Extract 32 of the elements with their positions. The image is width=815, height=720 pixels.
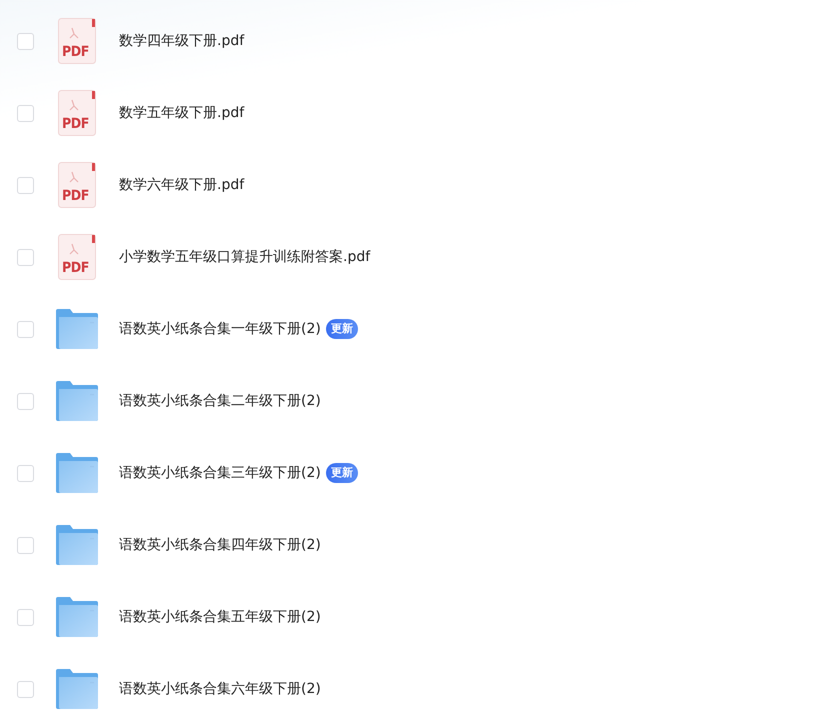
file-name[interactable]: 语数英小纸条合集五年级下册(2) xyxy=(119,608,321,626)
checkbox[interactable] xyxy=(17,320,34,338)
checkbox[interactable] xyxy=(17,176,34,194)
folder-icon xyxy=(55,381,99,421)
folder-icon xyxy=(55,597,99,637)
update-badge: 更新 xyxy=(326,463,358,483)
checkbox[interactable] xyxy=(17,608,34,626)
checkbox[interactable] xyxy=(17,536,34,554)
file-name[interactable]: 小学数学五年级口算提升训练附答案.pdf xyxy=(119,248,370,266)
checkbox[interactable] xyxy=(17,104,34,122)
folder-icon xyxy=(55,309,99,349)
pdf-file-icon: PDF xyxy=(58,234,96,280)
file-name[interactable]: 数学四年级下册.pdf xyxy=(119,32,244,50)
folder-icon xyxy=(55,453,99,493)
checkbox[interactable] xyxy=(17,248,34,266)
pdf-file-icon: PDF xyxy=(58,18,96,64)
pdf-file-icon: PDF xyxy=(58,90,96,136)
update-badge: 更新 xyxy=(326,319,358,339)
file-name[interactable]: 数学六年级下册.pdf xyxy=(119,176,244,194)
checkbox[interactable] xyxy=(17,680,34,698)
file-name[interactable]: 数学五年级下册.pdf xyxy=(119,104,244,122)
file-name[interactable]: 语数英小纸条合集四年级下册(2) xyxy=(119,536,321,554)
folder-icon xyxy=(55,525,99,565)
checkbox[interactable] xyxy=(17,32,34,50)
file-name[interactable]: 语数英小纸条合集六年级下册(2) xyxy=(119,680,321,698)
file-name[interactable]: 语数英小纸条合集二年级下册(2) xyxy=(119,392,321,410)
pdf-file-icon: PDF xyxy=(58,162,96,208)
file-name[interactable]: 语数英小纸条合集三年级下册(2) xyxy=(119,464,321,482)
checkbox[interactable] xyxy=(17,464,34,482)
checkbox[interactable] xyxy=(17,392,34,410)
folder-icon xyxy=(55,669,99,709)
file-name[interactable]: 语数英小纸条合集一年级下册(2) xyxy=(119,320,321,338)
